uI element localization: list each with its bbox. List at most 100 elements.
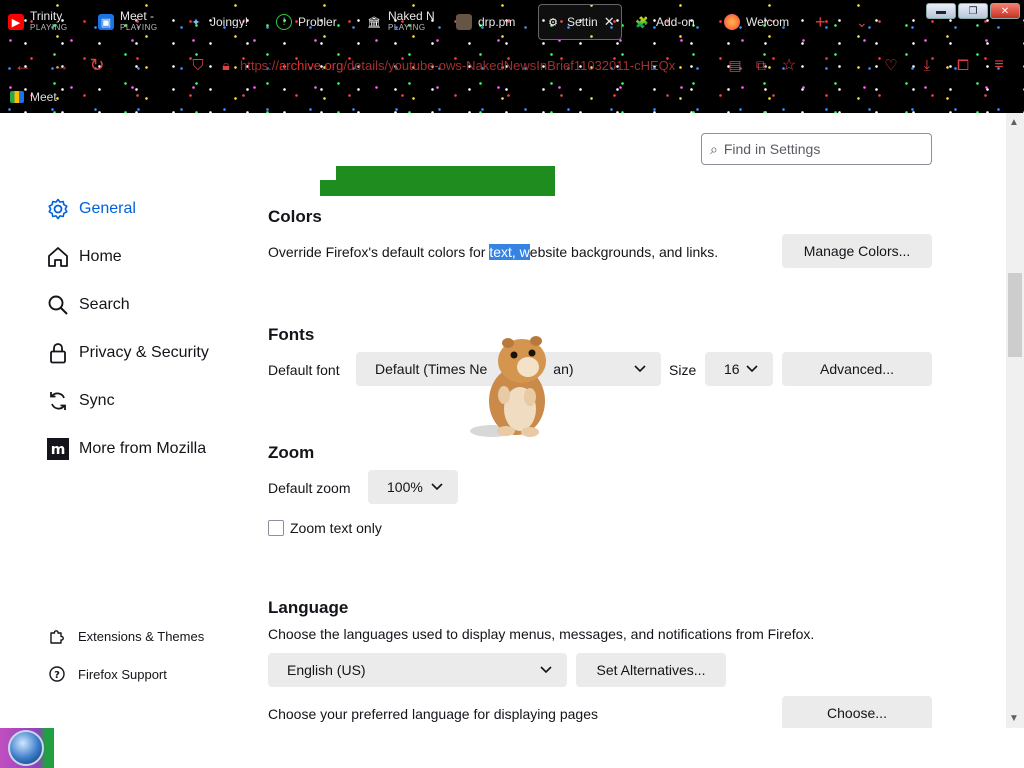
- bookmark-star-button[interactable]: ☆: [778, 52, 800, 78]
- font-size-select[interactable]: 16: [705, 352, 773, 386]
- meet-icon: [10, 91, 24, 103]
- puzzle-icon: [48, 627, 66, 645]
- bottom-strip: [54, 728, 1024, 768]
- colors-desc-text-end: ebsite backgrounds, and links.: [529, 244, 719, 260]
- new-tab-button[interactable]: +: [815, 4, 826, 40]
- close-tab-icon[interactable]: ✕: [604, 14, 615, 30]
- sidebar-item-search[interactable]: Search: [46, 293, 130, 317]
- colors-heading: Colors: [268, 207, 322, 226]
- svg-text:m: m: [51, 442, 66, 458]
- language-select[interactable]: English (US): [268, 653, 567, 687]
- sidebar-item-extensions-themes[interactable]: Extensions & Themes: [48, 627, 204, 645]
- restore-icon: ❐: [968, 5, 978, 17]
- bookmark-label: Meet: [30, 90, 57, 104]
- problem-icon: !: [276, 14, 292, 30]
- sidebar-item-label: Firefox Support: [78, 666, 167, 682]
- bookmark-meet[interactable]: Meet: [10, 90, 57, 104]
- manage-colors-button[interactable]: Manage Colors...: [782, 234, 932, 268]
- close-icon: ✕: [1000, 5, 1010, 17]
- tab-addons[interactable]: 🧩 Add-on: [634, 4, 714, 40]
- forward-button[interactable]: →: [48, 52, 74, 78]
- hamster-image: [470, 336, 546, 437]
- tab-playing-label: PLAYING: [120, 23, 158, 32]
- zoom-text-only-checkbox[interactable]: [268, 520, 284, 536]
- sidebar-item-more-from-mozilla[interactable]: m More from Mozilla: [46, 437, 206, 461]
- sidebar-item-privacy-security[interactable]: Privacy & Security: [46, 341, 209, 365]
- url-bar[interactable]: https://archive.org/details/youtube-ows-…: [240, 52, 720, 78]
- font-size-value: 16: [724, 361, 740, 377]
- reader-view-icon: ▤: [728, 56, 742, 73]
- default-zoom-select[interactable]: 100%: [368, 470, 458, 504]
- default-zoom-label: Default zoom: [268, 480, 351, 496]
- menu-button[interactable]: ≡: [988, 52, 1010, 78]
- start-button[interactable]: [0, 728, 54, 768]
- reader-view-button[interactable]: ▤: [724, 52, 746, 78]
- url-path: /details/youtube-ows-NakedNewsInBrief110…: [343, 57, 676, 73]
- tab-title: Meet -: [120, 10, 155, 23]
- reload-button[interactable]: ↻: [84, 52, 110, 78]
- tracking-protection-button[interactable]: ⛉: [186, 52, 210, 78]
- tab-title: Joingy!: [210, 16, 249, 28]
- gear-icon: [46, 197, 70, 221]
- download-icon: ⤓: [923, 56, 931, 74]
- tab-title: Add-on: [656, 16, 695, 28]
- set-alternatives-button[interactable]: Set Alternatives...: [576, 653, 726, 687]
- lock-icon: [46, 341, 70, 365]
- puzzle-icon: 🧩: [635, 16, 649, 29]
- find-in-settings-input[interactable]: ⌕ Find in Settings: [701, 133, 932, 165]
- advanced-fonts-button[interactable]: Advanced...: [782, 352, 932, 386]
- page-language-description: Choose your preferred language for displ…: [268, 706, 598, 722]
- chevron-down-icon: [540, 666, 552, 674]
- browser-toolbar: ▶ Trinity PLAYING ▣ Meet - PLAYING ✦ Joing…: [0, 0, 1024, 113]
- sidebar-item-sync[interactable]: Sync: [46, 389, 115, 413]
- vertical-scrollbar[interactable]: ▲ ▼: [1006, 113, 1024, 728]
- sidebar-item-label: Extensions & Themes: [78, 628, 205, 644]
- lock-icon: 🔒︎: [222, 56, 230, 73]
- tab-joingy[interactable]: ✦ Joingy!: [188, 4, 268, 40]
- sidebar-item-firefox-support[interactable]: ? Firefox Support: [48, 665, 167, 683]
- sidebar-item-general[interactable]: General: [46, 197, 136, 221]
- tab-title: Probler: [298, 16, 337, 28]
- scroll-up-icon[interactable]: ▲: [1009, 117, 1019, 128]
- meet-icon: ▣: [98, 14, 114, 30]
- scrollbar-thumb[interactable]: [1008, 273, 1022, 357]
- minimize-button[interactable]: ▬: [926, 3, 956, 19]
- list-all-tabs-button[interactable]: ⌄: [856, 4, 868, 40]
- back-button[interactable]: ←: [10, 52, 36, 78]
- font-size-label: Size: [669, 362, 697, 378]
- youtube-icon: ▶: [8, 14, 24, 30]
- language-value: English (US): [287, 662, 366, 678]
- firefox-icon: [724, 14, 740, 30]
- restore-button[interactable]: ❐: [958, 3, 988, 19]
- tab-drp[interactable]: drp.pm: [456, 4, 534, 40]
- forward-arrow-icon: →: [52, 54, 70, 75]
- tab-naked-news[interactable]: 🏛 Naked N PLAYING: [366, 4, 446, 40]
- tab-playing-label: PLAYING: [388, 23, 426, 32]
- windows-logo-icon: [8, 730, 44, 766]
- reload-icon: ↻: [89, 54, 105, 75]
- picture-in-picture-button[interactable]: ⧉: [750, 52, 772, 78]
- tab-title: Naked N: [388, 10, 435, 23]
- downloads-button[interactable]: ⤓: [916, 52, 938, 78]
- tab-welcome[interactable]: Welcom: [724, 4, 804, 40]
- sidebar-item-home[interactable]: Home: [46, 245, 122, 269]
- sidebar-item-label: Sync: [79, 392, 115, 409]
- home-icon: [46, 245, 70, 269]
- close-window-button[interactable]: ✕: [990, 3, 1020, 19]
- tab-title: Trinity: [30, 10, 63, 23]
- chevron-down-icon: [746, 365, 758, 373]
- pocket-button[interactable]: ♡: [880, 52, 902, 78]
- tab-settings[interactable]: ⚙ Settin ✕: [538, 4, 622, 40]
- tab-problem[interactable]: ! Probler: [276, 4, 358, 40]
- language-heading: Language: [268, 598, 349, 617]
- site-info-button[interactable]: 🔒︎: [214, 52, 238, 78]
- search-icon: ⌕: [710, 140, 718, 157]
- sidebar-item-label: General: [79, 200, 136, 217]
- drp-icon: [456, 14, 472, 30]
- scroll-down-icon[interactable]: ▼: [1009, 713, 1019, 724]
- choose-language-button[interactable]: Choose...: [782, 696, 932, 728]
- tab-meet[interactable]: ▣ Meet - PLAYING: [98, 4, 184, 40]
- tab-trinity[interactable]: ▶ Trinity PLAYING: [8, 4, 94, 40]
- chevron-down-icon: ⌄: [856, 13, 868, 30]
- extensions-button[interactable]: ⧠: [952, 52, 974, 78]
